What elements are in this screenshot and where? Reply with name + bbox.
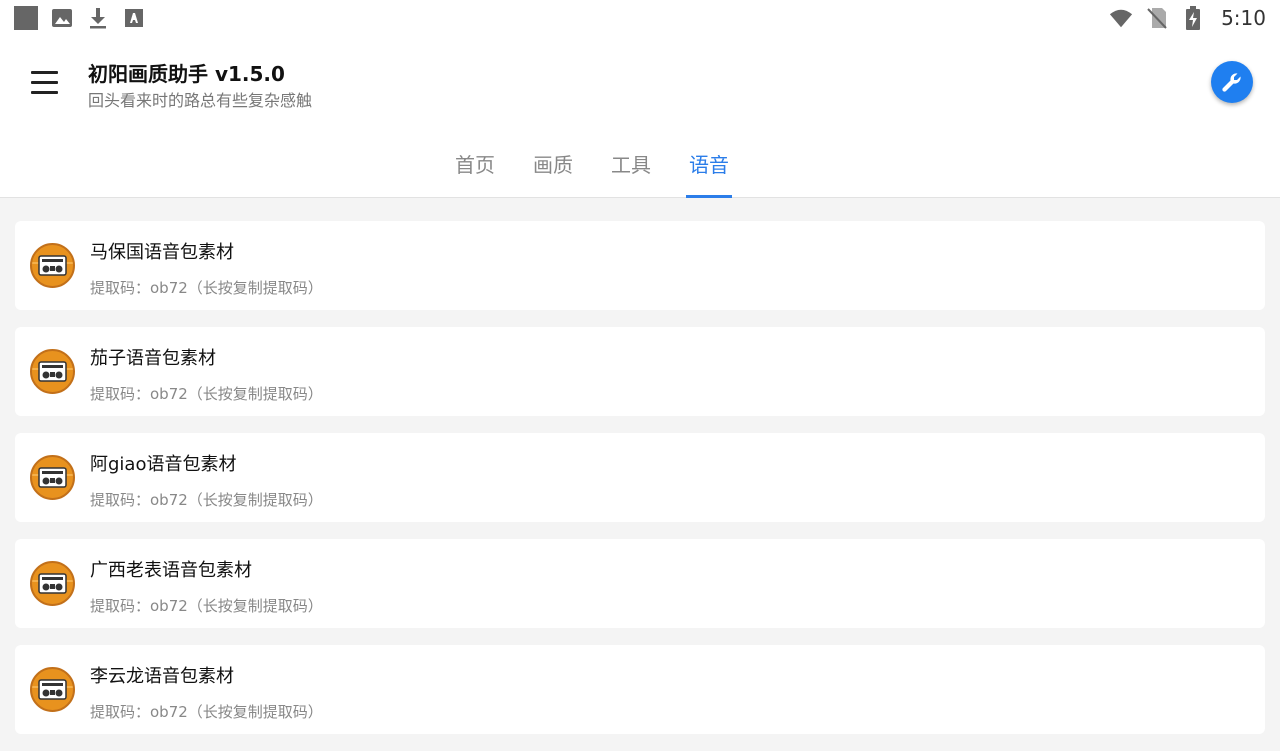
tab-voice[interactable]: 语音 [670, 128, 748, 198]
text-icon [122, 6, 146, 30]
status-time: 5:10 [1221, 6, 1266, 30]
list-item[interactable]: 马保国语音包素材 提取码：ob72（长按复制提取码） [15, 221, 1265, 310]
item-code: 提取码：ob72（长按复制提取码） [90, 491, 323, 509]
app-bar: 初阳画质助手 v1.5.0 回头看来时的路总有些复杂感触 [0, 36, 1280, 128]
item-title: 阿giao语音包素材 [90, 454, 237, 475]
wrench-icon [1222, 73, 1241, 92]
tools-button[interactable] [1211, 61, 1253, 103]
item-code: 提取码：ob72（长按复制提取码） [90, 385, 323, 403]
list-item[interactable]: 阿giao语音包素材 提取码：ob72（长按复制提取码） [15, 433, 1265, 522]
battery-charging-icon [1181, 6, 1205, 30]
menu-icon [30, 70, 58, 74]
radio-icon [30, 349, 75, 394]
list-item[interactable]: 茄子语音包素材 提取码：ob72（长按复制提取码） [15, 327, 1265, 416]
app-subtitle: 回头看来时的路总有些复杂感触 [88, 91, 313, 110]
list-item[interactable]: 李云龙语音包素材 提取码：ob72（长按复制提取码） [15, 645, 1265, 734]
tab-quality[interactable]: 画质 [514, 128, 592, 198]
tab-bar: 首页 画质 工具 语音 [0, 128, 1280, 198]
app-title: 初阳画质助手 v1.5.0 [88, 62, 285, 86]
item-title: 广西老表语音包素材 [90, 560, 252, 581]
menu-button[interactable] [22, 60, 66, 104]
item-code: 提取码：ob72（长按复制提取码） [90, 703, 323, 721]
no-sim-icon [1145, 6, 1169, 30]
item-title: 马保国语音包素材 [90, 242, 234, 263]
tab-home[interactable]: 首页 [436, 128, 514, 198]
radio-icon [30, 667, 75, 712]
item-title: 李云龙语音包素材 [90, 666, 234, 687]
item-title: 茄子语音包素材 [90, 348, 216, 369]
item-code: 提取码：ob72（长按复制提取码） [90, 279, 323, 297]
list-item[interactable]: 广西老表语音包素材 提取码：ob72（长按复制提取码） [15, 539, 1265, 628]
radio-icon [30, 243, 75, 288]
tab-tools[interactable]: 工具 [592, 128, 670, 198]
wifi-icon [1109, 6, 1133, 30]
radio-icon [30, 561, 75, 606]
item-code: 提取码：ob72（长按复制提取码） [90, 597, 323, 615]
status-left-icons [14, 6, 146, 30]
download-icon [86, 6, 110, 30]
voice-pack-list: 马保国语音包素材 提取码：ob72（长按复制提取码） 茄子语音包素材 提取码：o… [15, 221, 1265, 751]
status-bar: 5:10 [0, 0, 1280, 36]
app-icon [14, 6, 38, 30]
tabs: 首页 画质 工具 语音 [436, 128, 748, 198]
radio-icon [30, 455, 75, 500]
status-right-icons: 5:10 [1109, 6, 1266, 30]
image-icon [50, 6, 74, 30]
